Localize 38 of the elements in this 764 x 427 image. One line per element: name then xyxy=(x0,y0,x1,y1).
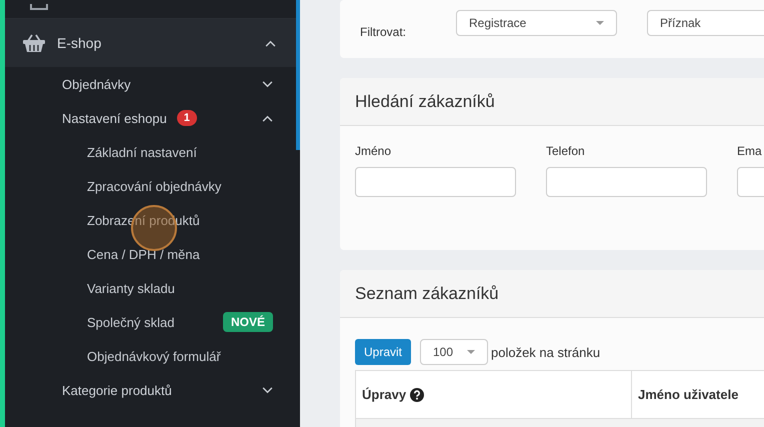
card-title: Seznam zákazníků xyxy=(340,270,764,318)
help-icon xyxy=(410,388,424,402)
chevron-up-icon xyxy=(262,114,273,122)
card-title: Hledání zákazníků xyxy=(340,78,764,126)
submenu-item[interactable]: Objednávky xyxy=(5,67,296,101)
menu-item[interactable]: E-shop xyxy=(5,19,296,67)
chevron-down-icon xyxy=(262,386,273,394)
new-badge: NOVÉ xyxy=(222,312,273,332)
chevron-up-icon xyxy=(265,40,276,46)
submenu-link[interactable]: Varianty skladu xyxy=(87,280,273,296)
caret-icon xyxy=(596,21,604,25)
field-label: Jméno xyxy=(355,144,392,158)
basket-icon xyxy=(23,34,45,52)
submenu-link[interactable]: Základní nastavení xyxy=(87,144,273,160)
field-label: Ema xyxy=(737,144,763,158)
menu-icon xyxy=(29,4,49,10)
edit-button[interactable]: Upravit xyxy=(355,339,411,365)
filter-select[interactable]: Registrace xyxy=(456,10,617,36)
input-field[interactable] xyxy=(546,167,707,197)
input-field[interactable] xyxy=(355,167,516,197)
submenu-link[interactable]: Zpracování objednávky xyxy=(87,178,273,194)
filter-select[interactable]: Příznak xyxy=(647,10,764,36)
submenu-link[interactable]: Společný sklad xyxy=(87,314,223,330)
submenu-link[interactable]: Objednávkový formulář xyxy=(87,348,273,364)
page-size-label: položek na stránku xyxy=(491,344,600,360)
scrollbar[interactable] xyxy=(296,0,300,150)
chevron-down-icon xyxy=(262,80,273,88)
column-header[interactable]: Jméno uživatele xyxy=(632,371,764,418)
submenu-item[interactable]: Nastavení eshopu 1 xyxy=(5,101,296,135)
count-badge: 1 xyxy=(176,110,197,126)
filter-label: Filtrovat: xyxy=(360,25,408,39)
column-header[interactable]: Úpravy xyxy=(356,371,632,418)
caret-icon xyxy=(467,350,476,354)
menu-label: E-shop xyxy=(57,35,102,51)
page-size-select[interactable]: 100 xyxy=(420,339,488,365)
submenu-link[interactable]: Cena / DPH / měna xyxy=(87,246,273,262)
field-label: Telefon xyxy=(546,144,586,158)
submenu-item[interactable]: Kategorie produktů xyxy=(5,373,296,407)
